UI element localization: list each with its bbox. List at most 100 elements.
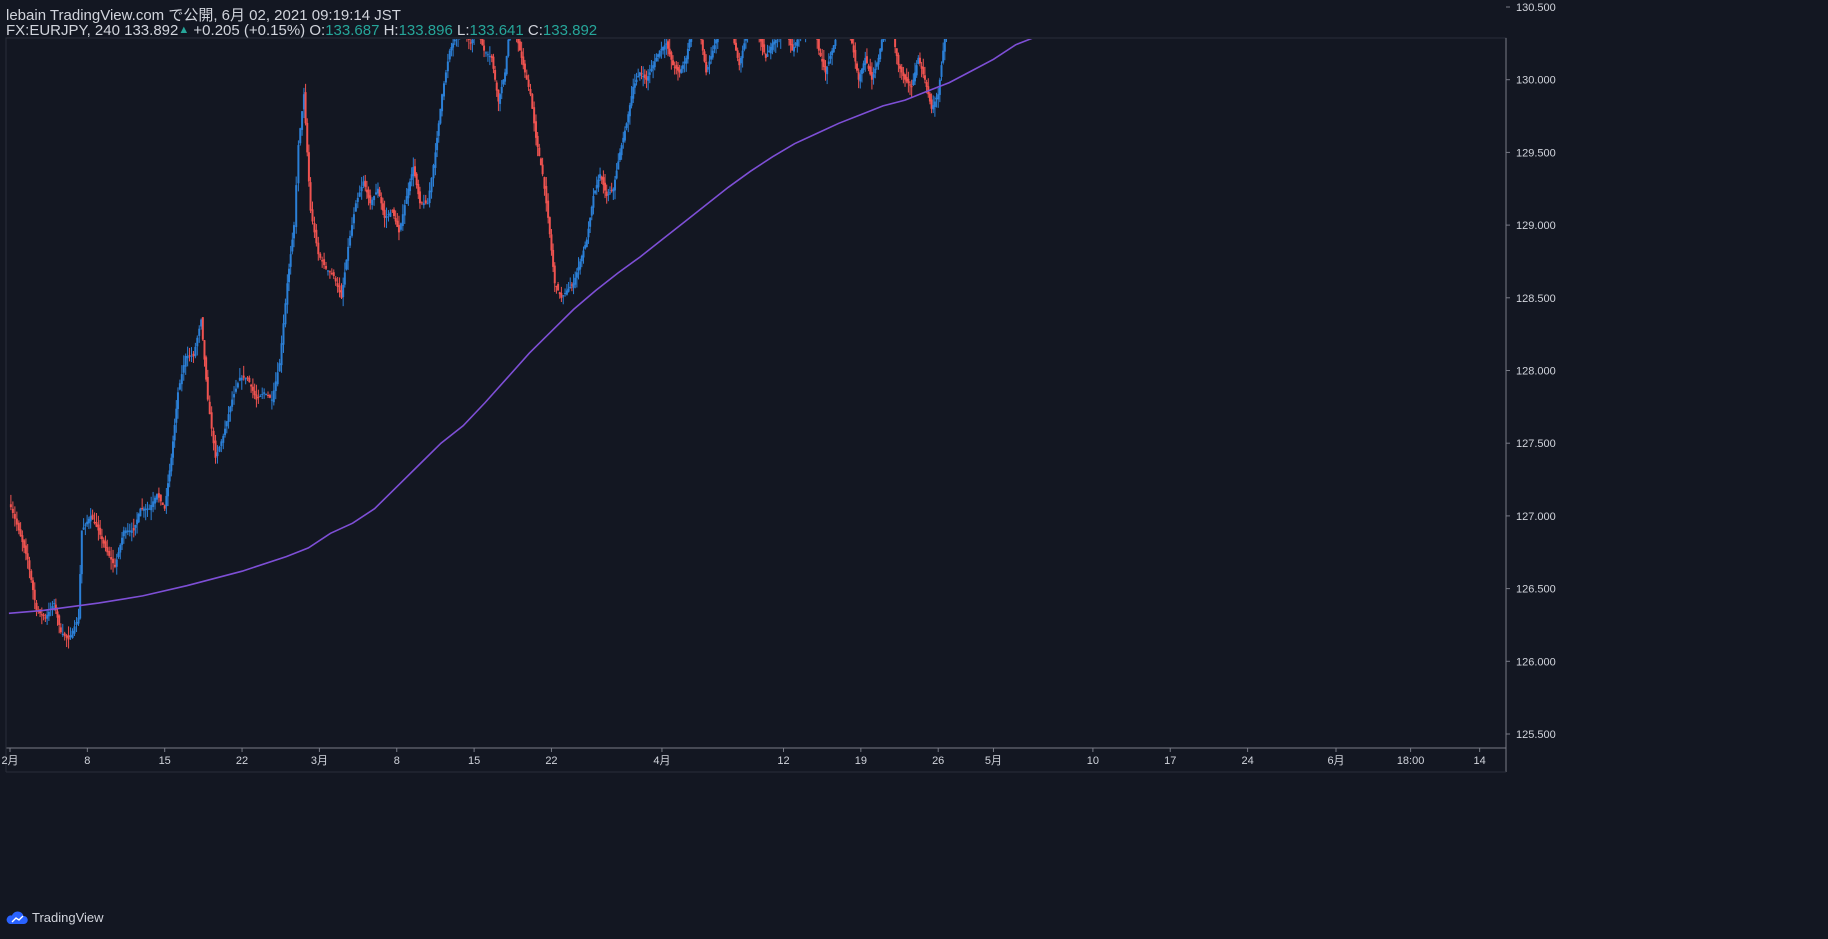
candle-down (21, 535, 24, 543)
price-chart[interactable]: 125.500 126.000 126.500 127.000 127.500 128.0… (0, 0, 1828, 939)
candle-up (121, 537, 124, 545)
candle-down (208, 401, 211, 415)
candle-up (453, 39, 456, 42)
candle-up (154, 497, 157, 504)
candle-down (918, 57, 921, 64)
candle-down (848, 18, 850, 25)
candle-down (552, 250, 555, 267)
candle-up (150, 504, 153, 511)
candle-up (119, 544, 122, 553)
candle-up (792, 46, 795, 52)
candle-up (349, 236, 352, 246)
candle-down (313, 222, 316, 233)
candle-down (553, 265, 556, 284)
candle-up (834, 39, 837, 46)
candle-up (180, 374, 183, 385)
candle-down (255, 394, 258, 400)
candle-down (755, 12, 757, 21)
candle-down (533, 107, 536, 124)
candle-down (317, 242, 320, 255)
candle-up (196, 337, 199, 347)
candle-down (325, 265, 328, 269)
candle-up (299, 128, 302, 144)
candle-down (538, 147, 541, 157)
candle-up (75, 622, 78, 626)
candle-down (525, 75, 528, 80)
candle-down (464, 28, 466, 33)
candle-up (190, 355, 193, 357)
candle-down (321, 260, 324, 262)
candle-down (338, 285, 341, 293)
candle-up (233, 394, 236, 398)
candle-up (276, 372, 279, 385)
candle-down (110, 556, 113, 560)
candle-down (201, 317, 204, 340)
candle-up (633, 83, 636, 88)
candle-up (171, 441, 174, 458)
candle-down (547, 200, 550, 218)
candle-up (452, 43, 455, 48)
candle-up (432, 165, 435, 179)
candle-up (142, 508, 145, 511)
candle-up (955, 2, 957, 6)
candle-down (28, 560, 31, 570)
candle-up (500, 86, 503, 94)
candle-up (564, 292, 567, 294)
candle-down (100, 536, 103, 540)
candle-up (139, 508, 142, 517)
candle-up (874, 68, 877, 74)
candle-up (165, 495, 168, 507)
candle-up (942, 50, 945, 63)
candle-down (157, 493, 160, 498)
candle-up (859, 74, 862, 82)
candle-down (855, 63, 858, 71)
tradingview-brand[interactable]: TradingView (6, 910, 104, 925)
candle-down (257, 396, 260, 398)
candle-up (476, 29, 478, 33)
x-tick-label: 8 (84, 755, 90, 767)
candle-up (829, 56, 832, 59)
candle-up (86, 521, 89, 525)
candle-down (886, 19, 888, 24)
candle-down (35, 602, 38, 611)
candle-up (620, 145, 623, 156)
candle-down (541, 164, 544, 175)
candle-down (332, 272, 335, 276)
y-tick-label: 127.500 (1516, 438, 1556, 450)
candle-up (238, 377, 241, 381)
candle-up (441, 94, 444, 112)
candle-down (323, 259, 326, 266)
candle-down (922, 67, 925, 75)
candle-up (288, 268, 291, 283)
candle-up (152, 501, 155, 508)
candle-up (436, 137, 439, 151)
candle-up (655, 57, 658, 62)
candle-up (832, 45, 835, 53)
candle-down (59, 627, 62, 633)
x-tick-label: 6月 (1327, 755, 1344, 767)
candle-up (486, 54, 489, 56)
candle-down (210, 412, 213, 429)
x-tick-label: 19 (855, 755, 867, 767)
candle-down (670, 52, 673, 60)
candle-up (124, 530, 127, 534)
candle-down (242, 375, 245, 378)
candle-down (560, 293, 563, 298)
candle-up (711, 50, 714, 58)
candle-down (311, 209, 314, 222)
candle-up (725, 14, 727, 17)
candle-down (734, 42, 737, 51)
candle-down (763, 44, 766, 53)
candle-up (774, 39, 777, 44)
candle-down (9, 504, 12, 508)
candle-up (783, 31, 785, 32)
candle-up (437, 123, 440, 136)
candle-down (695, 23, 697, 25)
candle-down (529, 88, 532, 95)
moving-average-line (8, 39, 1033, 615)
candle-up (291, 239, 294, 252)
candle-up (194, 346, 197, 357)
candle-up (155, 494, 158, 500)
candle-down (557, 284, 560, 291)
candle-up (623, 130, 626, 141)
